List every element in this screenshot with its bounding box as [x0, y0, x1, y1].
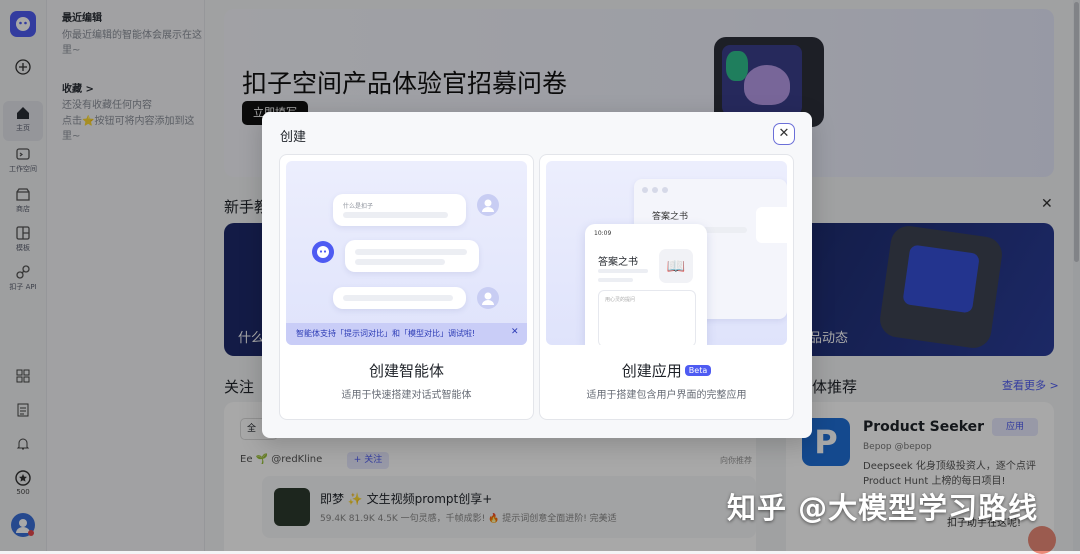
app-option-title-text: 创建应用 [621, 362, 682, 380]
create-dialog: 创建 ✕ 什么是扣子 智能体支持「提示词对比」和「模型对比」调试啦! ✕ 创建智 [262, 112, 812, 438]
app-option-title: 创建应用 Beta [540, 360, 793, 381]
phone-mockup: 10:09 答案之书 📖 用心灵的提问 [585, 224, 707, 345]
create-agent-option[interactable]: 什么是扣子 智能体支持「提示词对比」和「模型对比」调试啦! ✕ 创建智能体 适用… [279, 154, 534, 420]
app-back-title: 答案之书 [652, 212, 689, 222]
tip-text: 智能体支持「提示词对比」和「模型对比」调试啦! [296, 329, 476, 338]
watermark: 知乎 @大模型学习路线 [727, 491, 1039, 525]
close-button[interactable]: ✕ [773, 123, 795, 145]
app-option-desc: 适用于搭建包含用户界面的完整应用 [586, 390, 747, 401]
agent-option-desc: 适用于快速搭建对话式智能体 [341, 390, 472, 401]
dialog-title: 创建 [280, 130, 307, 145]
tip-bar: 智能体支持「提示词对比」和「模型对比」调试啦! ✕ [286, 323, 527, 345]
user-avatar-icon [477, 287, 499, 309]
app-preview-illustration: 答案之书 10:09 答案之书 📖 用心灵的提问 [546, 161, 787, 345]
bot-avatar-icon [312, 241, 334, 263]
agent-option-title: 创建智能体 [368, 362, 444, 380]
create-app-option[interactable]: 答案之书 10:09 答案之书 📖 用心灵的提问 创建应用 Beta 适用于搭建包… [539, 154, 794, 420]
chat-hint: 什么是扣子 [343, 203, 374, 210]
phone-card-title: 答案之书 [598, 257, 638, 268]
beta-badge: Beta [684, 365, 712, 376]
tip-close-icon[interactable]: ✕ [511, 327, 519, 337]
user-avatar-icon [477, 194, 499, 216]
close-icon: ✕ [778, 126, 790, 141]
agent-preview-illustration: 什么是扣子 智能体支持「提示词对比」和「模型对比」调试啦! ✕ [286, 161, 527, 345]
phone-time: 10:09 [594, 230, 612, 237]
phone-input-hint: 用心灵的提问 [605, 297, 636, 303]
book-icon: 📖 [659, 249, 693, 283]
